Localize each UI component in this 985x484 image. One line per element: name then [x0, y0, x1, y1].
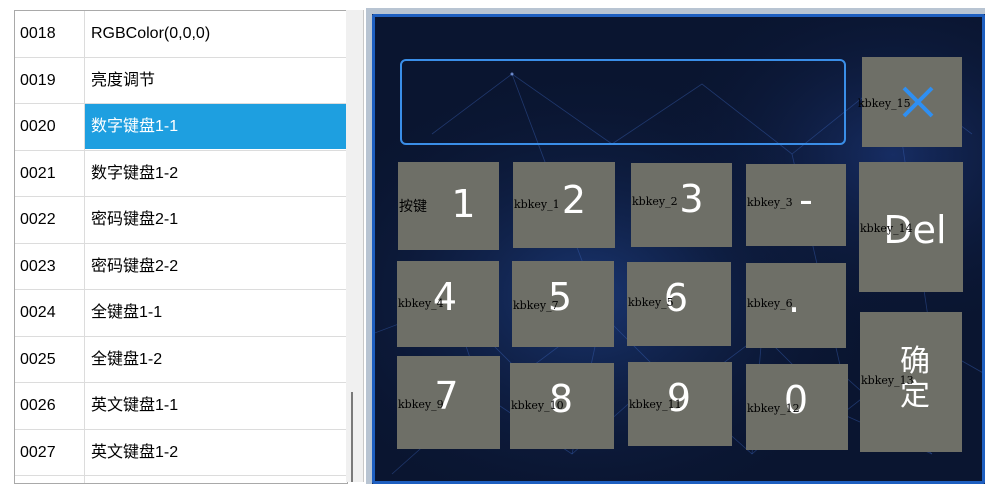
row-name: 全键盘1-1 — [91, 304, 163, 321]
key-digit: 5 — [547, 275, 573, 319]
key-digit: 1 — [451, 182, 476, 226]
close-icon — [902, 86, 934, 118]
key-label: 按键 — [399, 199, 427, 215]
list-item[interactable]: 0024 全键盘1-1 — [15, 290, 347, 337]
list-item[interactable]: 0022 密码键盘2-1 — [15, 197, 347, 244]
key-5[interactable]: 5 kbkey_7 — [512, 261, 614, 347]
key-label: kbkey_10 — [511, 399, 564, 412]
del-key[interactable]: Del kbkey_14 — [859, 162, 963, 292]
close-key[interactable]: kbkey_15 — [858, 57, 962, 147]
key-label: kbkey_2 — [632, 195, 678, 208]
key-6[interactable]: 6 kbkey_5 — [627, 262, 731, 346]
confirm-key[interactable]: 确 定 kbkey_13 — [860, 312, 962, 452]
scrollbar-thumb[interactable] — [351, 392, 353, 482]
key-4[interactable]: 4 kbkey_4 — [397, 261, 499, 347]
key-label: kbkey_6 — [747, 297, 793, 310]
list-item[interactable]: 0019 亮度调节 — [15, 58, 347, 104]
list-rows: 0018 RGBColor(0,0,0) 0019 亮度调节 0020 数字键盘1-1… — [15, 11, 347, 476]
row-name: RGBColor(0,0,0) — [91, 25, 211, 42]
row-name: 密码键盘2-2 — [91, 257, 179, 275]
key-label: kbkey_1 — [514, 198, 560, 211]
key-digit: 7 — [434, 374, 459, 418]
keypad-display[interactable] — [400, 59, 846, 145]
item-list: 0018 RGBColor(0,0,0) 0019 亮度调节 0020 数字键盘1-1… — [14, 10, 348, 484]
row-id: 0023 — [20, 257, 56, 275]
key-label: kbkey_14 — [860, 222, 913, 235]
row-id: 0022 — [20, 211, 56, 228]
row-id: 0024 — [20, 304, 56, 321]
key-1[interactable]: 1 按键 — [398, 162, 499, 250]
key-label: kbkey_13 — [861, 374, 914, 387]
key-label: kbkey_4 — [398, 297, 444, 310]
list-item[interactable]: 0021 数字键盘1-2 — [15, 151, 347, 197]
key-label: kbkey_11 — [629, 398, 682, 411]
row-name: 亮度调节 — [91, 71, 156, 89]
key-7[interactable]: 7 kbkey_9 — [397, 356, 500, 449]
list-item[interactable]: 0026 英文键盘1-1 — [15, 383, 347, 430]
row-name: 密码键盘2-1 — [91, 211, 179, 228]
key-9[interactable]: 9 kbkey_11 — [628, 362, 732, 446]
row-id: 0018 — [20, 25, 56, 42]
row-name: 数字键盘1-2 — [91, 164, 179, 182]
row-id: 0025 — [20, 350, 56, 368]
list-item[interactable]: 0025 全键盘1-2 — [15, 337, 347, 383]
row-id: 0020 — [20, 118, 56, 135]
key-label: kbkey_3 — [747, 196, 793, 209]
row-name: 全键盘1-2 — [91, 350, 163, 368]
key-digit: 0 — [783, 378, 809, 422]
row-name: 英文键盘1-1 — [91, 397, 179, 414]
key-label: kbkey_7 — [513, 299, 559, 312]
key-2[interactable]: 2 kbkey_1 — [513, 162, 615, 248]
key-minus[interactable]: - kbkey_3 — [746, 164, 846, 246]
list-item[interactable]: 0027 英文键盘1-2 — [15, 430, 347, 476]
splitter-scrollbar[interactable] — [346, 10, 364, 482]
row-id: 0019 — [20, 71, 56, 89]
key-3[interactable]: 3 kbkey_2 — [631, 163, 732, 247]
key-label: kbkey_9 — [398, 398, 444, 411]
key-label: kbkey_5 — [628, 296, 674, 309]
list-item-selected[interactable]: 0020 数字键盘1-1 — [15, 104, 347, 151]
list-item[interactable]: 0018 RGBColor(0,0,0) — [15, 11, 347, 58]
keypad-panel: kbkey_15 1 按键 2 kbkey_1 3 kbkey_2 - kbke… — [372, 14, 985, 484]
row-id: 0027 — [20, 443, 56, 461]
key-8[interactable]: 8 kbkey_10 — [510, 363, 614, 449]
list-item[interactable]: 0023 密码键盘2-2 — [15, 244, 347, 290]
row-id: 0026 — [20, 397, 56, 414]
key-dot[interactable]: . kbkey_6 — [746, 263, 846, 348]
row-id: 0021 — [20, 164, 56, 182]
key-label: kbkey_12 — [747, 402, 800, 415]
row-name: 数字键盘1-1 — [85, 104, 347, 149]
row-name: 英文键盘1-2 — [91, 443, 179, 461]
key-0[interactable]: 0 kbkey_12 — [746, 364, 848, 450]
